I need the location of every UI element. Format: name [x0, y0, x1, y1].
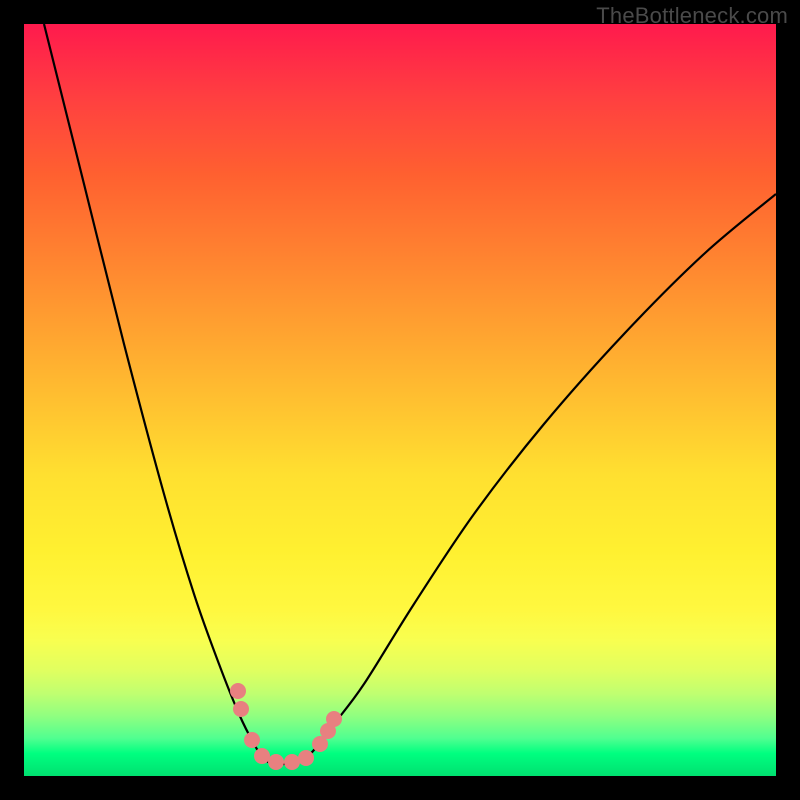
data-marker [284, 754, 300, 770]
data-marker [254, 748, 270, 764]
data-marker [244, 732, 260, 748]
data-marker [326, 711, 342, 727]
data-markers [230, 683, 342, 770]
bottleneck-chart [24, 24, 776, 776]
curve-line [44, 24, 776, 765]
data-marker [233, 701, 249, 717]
data-marker [298, 750, 314, 766]
data-marker [268, 754, 284, 770]
data-marker [230, 683, 246, 699]
watermark-text: TheBottleneck.com [596, 3, 788, 29]
